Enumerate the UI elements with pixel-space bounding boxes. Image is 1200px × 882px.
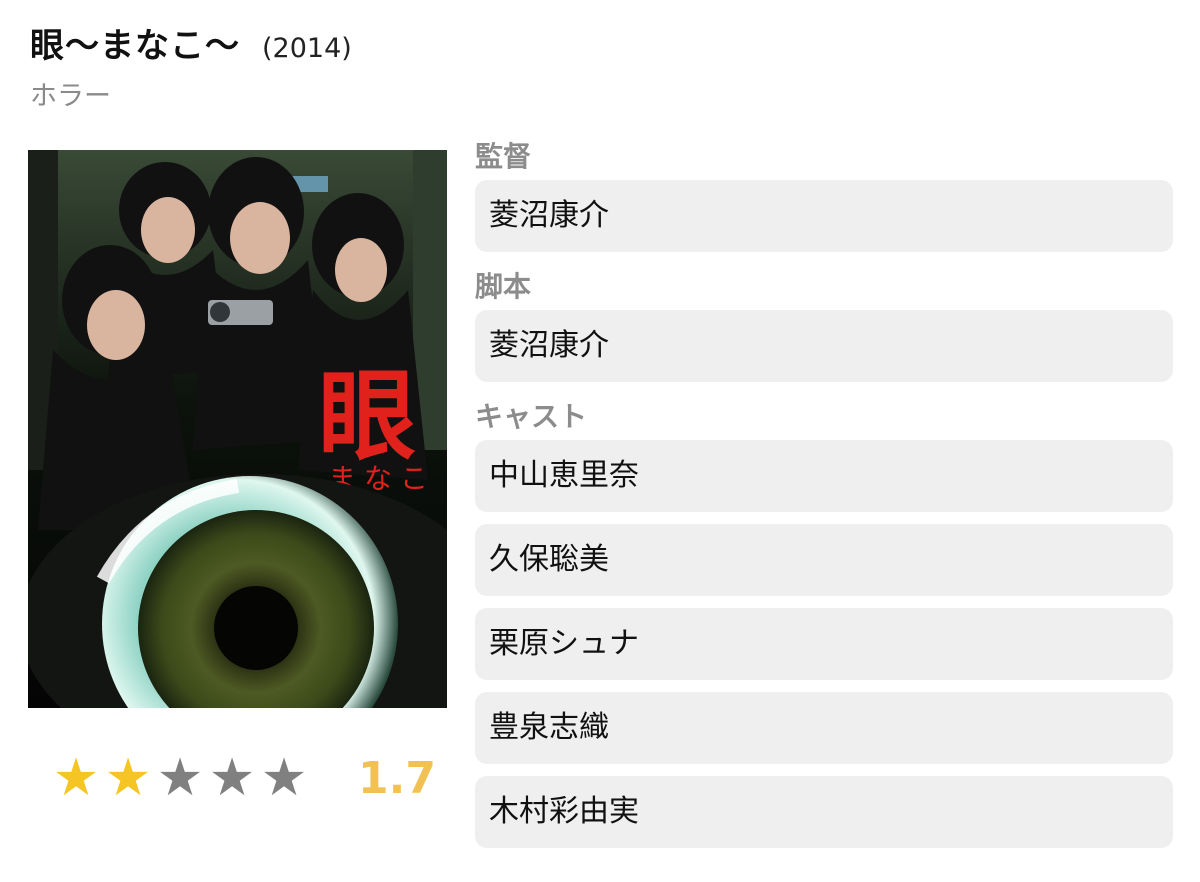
poster-artwork: 眼 まなこ — [28, 150, 447, 708]
cast-section: キャスト 中山恵里奈 久保聡美 栗原シュナ 豊泉志織 木村彩由実 — [475, 398, 1173, 848]
director-section: 監督 菱沼康介 — [475, 138, 1173, 252]
movie-genre: ホラー — [30, 81, 111, 112]
poster-title-kanji: 眼 — [318, 359, 416, 474]
cast-member[interactable]: 久保聡美 — [475, 524, 1173, 596]
cast-member[interactable]: 栗原シュナ — [475, 608, 1173, 680]
director-label: 監督 — [475, 140, 532, 173]
cast-member[interactable]: 中山恵里奈 — [475, 440, 1173, 512]
cast-member[interactable]: 木村彩由実 — [475, 776, 1173, 848]
writer-label: 脚本 — [475, 270, 532, 303]
cast-label: キャスト — [475, 400, 588, 433]
writer-name[interactable]: 菱沼康介 — [475, 310, 1173, 382]
director-name[interactable]: 菱沼康介 — [475, 180, 1173, 252]
star-icon: ★ — [52, 748, 100, 808]
star-icon: ★ — [208, 748, 256, 808]
credits-panel: 監督 菱沼康介 脚本 菱沼康介 キャスト 中山恵里奈 久保聡美 栗原シュナ 豊泉… — [475, 138, 1173, 860]
star-icon: ★ — [260, 748, 308, 808]
star-icon: ★ — [104, 748, 152, 808]
rating-score: 1.7 — [358, 752, 436, 804]
movie-year: (2014) — [262, 33, 352, 64]
movie-header: 眼〜まなこ〜 (2014) — [30, 18, 352, 67]
star-icon: ★ — [156, 748, 204, 808]
rating-bar: ★ ★ ★ ★ ★ 1.7 — [50, 752, 436, 804]
cast-member[interactable]: 豊泉志織 — [475, 692, 1173, 764]
movie-title: 眼〜まなこ〜 — [30, 26, 240, 66]
movie-poster[interactable]: 眼 まなこ — [28, 150, 447, 708]
writer-section: 脚本 菱沼康介 — [475, 268, 1173, 382]
